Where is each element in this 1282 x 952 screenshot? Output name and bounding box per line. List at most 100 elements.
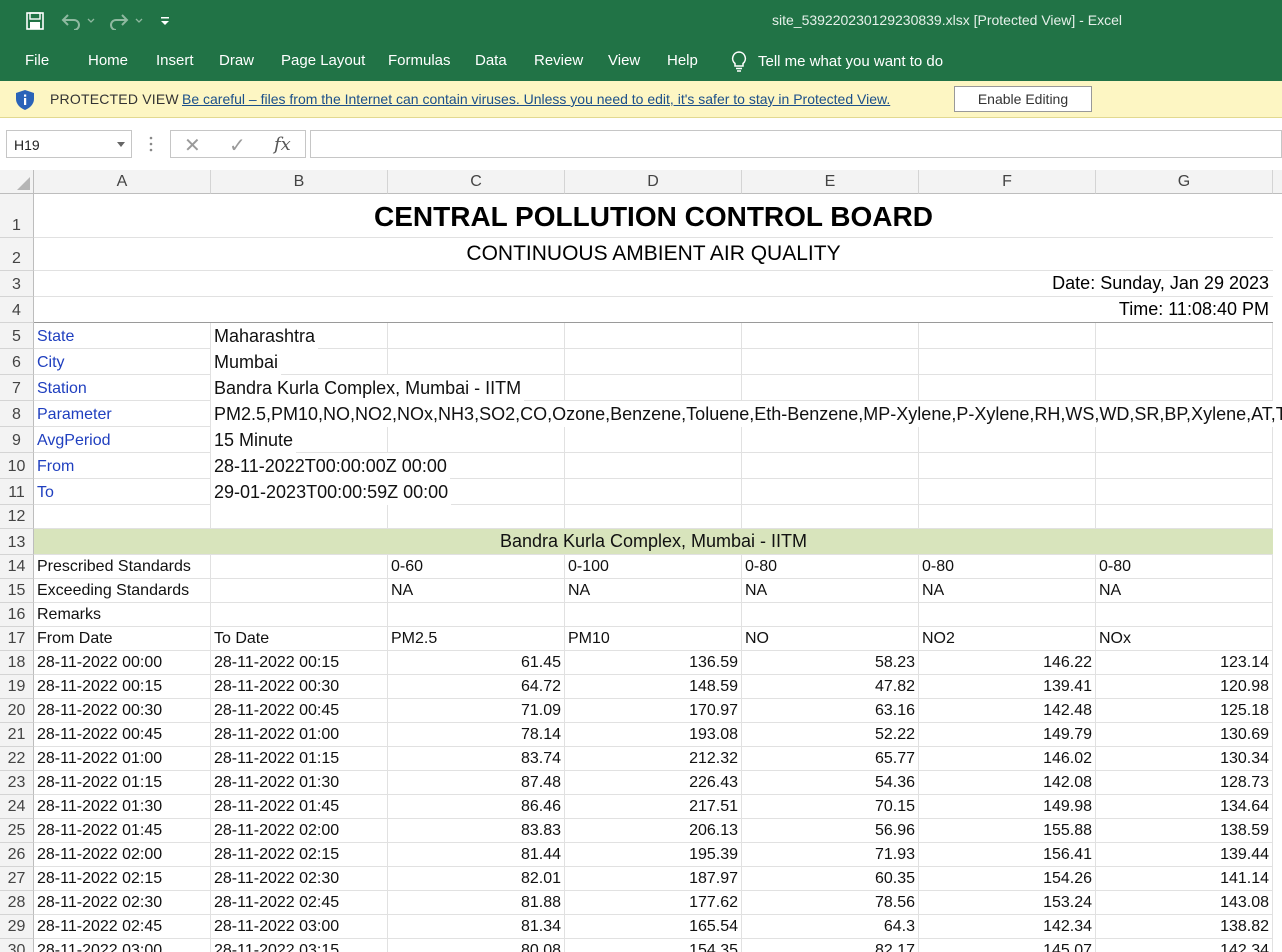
tell-me-search[interactable]: Tell me what you want to do <box>730 50 943 72</box>
cell[interactable] <box>742 479 919 505</box>
cell[interactable] <box>565 453 742 479</box>
table-cell-value[interactable]: 63.16 <box>742 699 919 723</box>
table-cell-date[interactable]: 28-11-2022 01:15 <box>34 771 211 795</box>
table-cell-value[interactable]: 195.39 <box>565 843 742 867</box>
row-header-26[interactable]: 26 <box>0 843 34 867</box>
formula-bar-grip-icon[interactable] <box>148 135 154 153</box>
insert-function-icon[interactable]: fx <box>274 134 291 155</box>
column-header-g[interactable]: G <box>1096 170 1273 194</box>
report-title[interactable]: CENTRAL POLLUTION CONTROL BOARD <box>34 194 1273 238</box>
column-header-e[interactable]: E <box>742 170 919 194</box>
table-cell-date[interactable]: 28-11-2022 03:15 <box>211 939 388 952</box>
meta-label-avgperiod[interactable]: AvgPeriod <box>34 427 211 453</box>
table-cell-value[interactable]: 64.72 <box>388 675 565 699</box>
table-cell-date[interactable]: 28-11-2022 02:15 <box>34 867 211 891</box>
row-header-20[interactable]: 20 <box>0 699 34 723</box>
table-cell-date[interactable]: 28-11-2022 02:00 <box>34 843 211 867</box>
cell[interactable] <box>742 375 919 401</box>
table-cell-value[interactable]: 139.41 <box>919 675 1096 699</box>
row-header-17[interactable]: 17 <box>0 627 34 651</box>
table-cell-value[interactable]: 177.62 <box>565 891 742 915</box>
table-cell-date[interactable]: 28-11-2022 01:30 <box>34 795 211 819</box>
table-cell-value[interactable]: 87.48 <box>388 771 565 795</box>
worksheet-grid[interactable]: A B C D E F G 1 2 3 4 5 6 7 8 9 10 11 12 13 14 15 16 17 18 19 20 21… <box>0 170 1282 952</box>
meta-label-from[interactable]: From <box>34 453 211 479</box>
table-cell-date[interactable]: 28-11-2022 02:15 <box>211 843 388 867</box>
cell[interactable] <box>1096 427 1273 453</box>
table-cell-date[interactable]: 28-11-2022 02:00 <box>211 819 388 843</box>
table-cell-date[interactable]: 28-11-2022 02:45 <box>34 915 211 939</box>
enter-icon[interactable]: ✓ <box>229 133 246 158</box>
prescribed-standards-label[interactable]: Prescribed Standards <box>34 555 211 579</box>
redo-icon[interactable] <box>106 10 132 32</box>
table-header-cell[interactable]: PM2.5 <box>388 627 565 651</box>
table-cell-value[interactable]: 142.34 <box>1096 939 1273 952</box>
formula-input[interactable] <box>310 130 1282 158</box>
row-header-23[interactable]: 23 <box>0 771 34 795</box>
undo-dropdown-icon[interactable] <box>86 10 96 32</box>
cell[interactable] <box>919 349 1096 375</box>
exceeding-standard-value[interactable]: NA <box>388 579 565 603</box>
name-box[interactable]: H19 <box>6 130 132 158</box>
table-cell-value[interactable]: 155.88 <box>919 819 1096 843</box>
table-cell-value[interactable]: 154.35 <box>565 939 742 952</box>
table-cell-value[interactable]: 206.13 <box>565 819 742 843</box>
cell[interactable] <box>919 427 1096 453</box>
cell[interactable] <box>211 555 388 579</box>
cell[interactable] <box>211 579 388 603</box>
table-cell-value[interactable]: 81.88 <box>388 891 565 915</box>
row-header-7[interactable]: 7 <box>0 375 34 401</box>
table-cell-date[interactable]: 28-11-2022 03:00 <box>34 939 211 952</box>
row-header-27[interactable]: 27 <box>0 867 34 891</box>
table-cell-date[interactable]: 28-11-2022 00:45 <box>34 723 211 747</box>
column-header-f[interactable]: F <box>919 170 1096 194</box>
row-header-30[interactable]: 30 <box>0 939 34 952</box>
cell[interactable] <box>919 479 1096 505</box>
row-header-13[interactable]: 13 <box>0 529 34 555</box>
table-cell-value[interactable]: 146.22 <box>919 651 1096 675</box>
row-header-9[interactable]: 9 <box>0 427 34 453</box>
table-cell-value[interactable]: 58.23 <box>742 651 919 675</box>
protected-view-message[interactable]: Be careful – files from the Internet can… <box>182 91 890 107</box>
cell[interactable] <box>1096 453 1273 479</box>
table-header-cell[interactable]: NOx <box>1096 627 1273 651</box>
row-header-24[interactable]: 24 <box>0 795 34 819</box>
table-cell-date[interactable]: 28-11-2022 02:30 <box>34 891 211 915</box>
table-cell-value[interactable]: 60.35 <box>742 867 919 891</box>
cell[interactable] <box>919 453 1096 479</box>
table-cell-date[interactable]: 28-11-2022 02:45 <box>211 891 388 915</box>
exceeding-standards-label[interactable]: Exceeding Standards <box>34 579 211 603</box>
table-cell-value[interactable]: 71.09 <box>388 699 565 723</box>
table-cell-value[interactable]: 142.34 <box>919 915 1096 939</box>
row-header-14[interactable]: 14 <box>0 555 34 579</box>
cell[interactable] <box>1096 603 1273 627</box>
prescribed-standard-value[interactable]: 0-80 <box>1096 555 1273 579</box>
table-cell-value[interactable]: 226.43 <box>565 771 742 795</box>
cancel-icon[interactable]: ✕ <box>184 133 201 158</box>
report-date[interactable]: Date: Sunday, Jan 29 2023 <box>34 271 1273 297</box>
table-cell-date[interactable]: 28-11-2022 00:15 <box>211 651 388 675</box>
table-cell-value[interactable]: 56.96 <box>742 819 919 843</box>
cell[interactable] <box>388 505 565 529</box>
cell[interactable] <box>919 505 1096 529</box>
cell[interactable] <box>211 603 388 627</box>
table-cell-value[interactable]: 146.02 <box>919 747 1096 771</box>
cell[interactable] <box>919 375 1096 401</box>
row-header-2[interactable]: 2 <box>0 238 34 271</box>
redo-dropdown-icon[interactable] <box>134 10 144 32</box>
exceeding-standard-value[interactable]: NA <box>919 579 1096 603</box>
row-header-28[interactable]: 28 <box>0 891 34 915</box>
cell[interactable] <box>1096 505 1273 529</box>
table-cell-value[interactable]: 83.83 <box>388 819 565 843</box>
cell[interactable] <box>742 505 919 529</box>
table-cell-date[interactable]: 28-11-2022 00:45 <box>211 699 388 723</box>
table-cell-date[interactable]: 28-11-2022 00:15 <box>34 675 211 699</box>
tab-draw[interactable]: Draw <box>219 52 254 69</box>
cell[interactable] <box>742 323 919 349</box>
table-cell-value[interactable]: 149.98 <box>919 795 1096 819</box>
table-cell-value[interactable]: 81.34 <box>388 915 565 939</box>
table-cell-value[interactable]: 64.3 <box>742 915 919 939</box>
row-header-15[interactable]: 15 <box>0 579 34 603</box>
prescribed-standard-value[interactable]: 0-80 <box>919 555 1096 579</box>
row-header-22[interactable]: 22 <box>0 747 34 771</box>
